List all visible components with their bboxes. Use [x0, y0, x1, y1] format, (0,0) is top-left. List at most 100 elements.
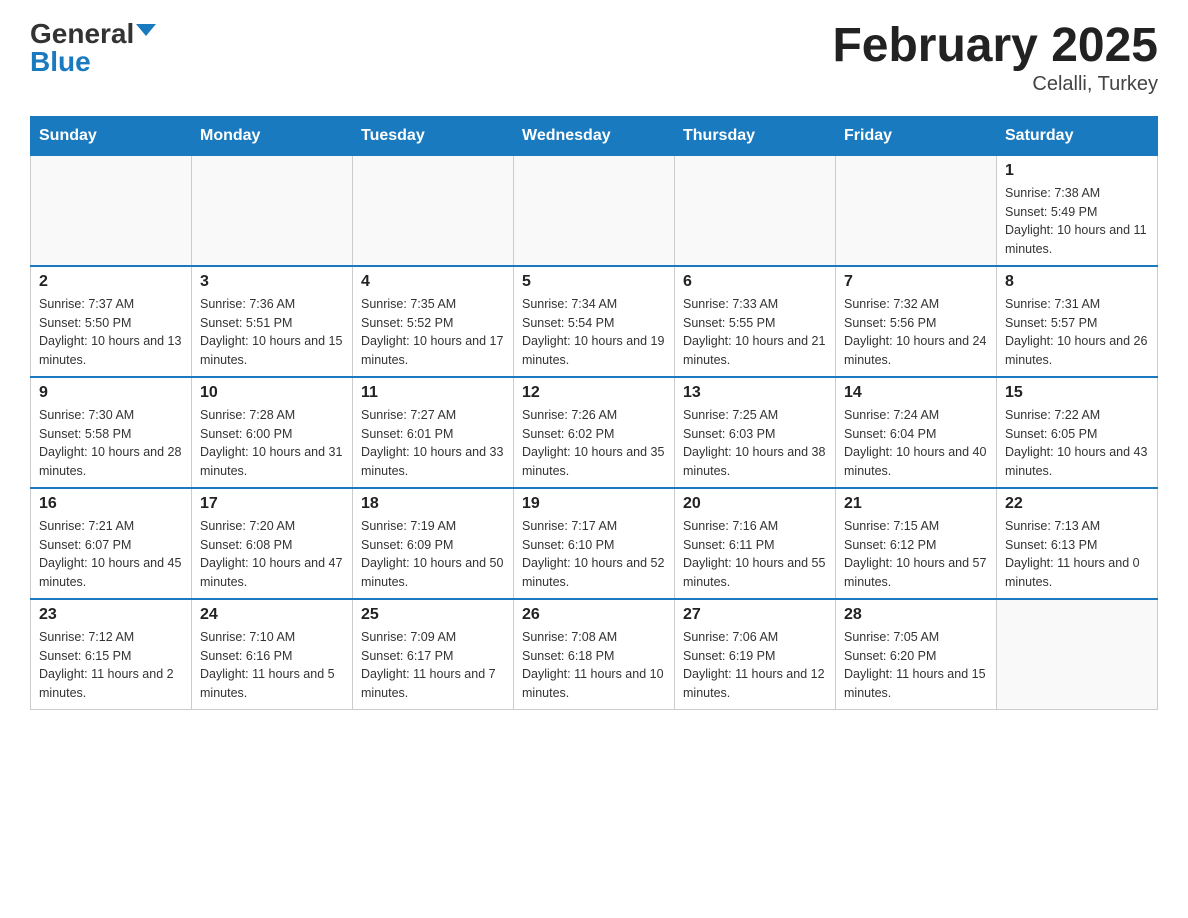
day-number: 1	[1005, 162, 1149, 180]
day-number: 21	[844, 495, 988, 513]
page-header: General Blue February 2025 Celalli, Turk…	[30, 20, 1158, 96]
day-number: 22	[1005, 495, 1149, 513]
day-info: Sunrise: 7:22 AMSunset: 6:05 PMDaylight:…	[1005, 406, 1149, 481]
calendar-header-row: Sunday Monday Tuesday Wednesday Thursday…	[31, 116, 1158, 155]
col-sunday: Sunday	[31, 116, 192, 155]
day-number: 18	[361, 495, 505, 513]
calendar-day-cell	[192, 155, 353, 266]
calendar-day-cell: 8Sunrise: 7:31 AMSunset: 5:57 PMDaylight…	[997, 266, 1158, 377]
calendar-day-cell	[31, 155, 192, 266]
day-number: 14	[844, 384, 988, 402]
calendar-day-cell: 18 Sunrise: 7:19 AMSunset: 6:09 PMDayligh…	[353, 488, 514, 599]
day-info: Sunrise: 7:21 AMSunset: 6:07 PMDaylight:…	[39, 517, 183, 592]
day-number: 20	[683, 495, 827, 513]
calendar-day-cell: 9 Sunrise: 7:30 AMSunset: 5:58 PMDaylight…	[31, 377, 192, 488]
day-number: 25	[361, 606, 505, 624]
calendar-day-cell: 17 Sunrise: 7:20 AMSunset: 6:08 PMDayligh…	[192, 488, 353, 599]
calendar-day-cell: 21Sunrise: 7:15 AMSunset: 6:12 PMDayligh…	[836, 488, 997, 599]
calendar-day-cell: 16 Sunrise: 7:21 AMSunset: 6:07 PMDayligh…	[31, 488, 192, 599]
calendar-day-cell: 10Sunrise: 7:28 AMSunset: 6:00 PMDayligh…	[192, 377, 353, 488]
calendar-table: Sunday Monday Tuesday Wednesday Thursday…	[30, 116, 1158, 710]
col-saturday: Saturday	[997, 116, 1158, 155]
day-info: Sunrise: 7:38 AMSunset: 5:49 PMDaylight:…	[1005, 184, 1149, 259]
logo-blue-text: Blue	[30, 48, 91, 76]
logo-arrow-icon	[136, 24, 156, 36]
day-info: Sunrise: 7:33 AMSunset: 5:55 PMDaylight:…	[683, 295, 827, 370]
title-block: February 2025 Celalli, Turkey	[832, 20, 1158, 96]
calendar-day-cell	[836, 155, 997, 266]
day-info: Sunrise: 7:30 AMSunset: 5:58 PMDaylight:…	[39, 406, 183, 481]
calendar-day-cell	[675, 155, 836, 266]
calendar-day-cell: 27 Sunrise: 7:06 AMSunset: 6:19 PMDayligh…	[675, 599, 836, 710]
calendar-day-cell: 24 Sunrise: 7:10 AMSunset: 6:16 PMDayligh…	[192, 599, 353, 710]
day-number: 26	[522, 606, 666, 624]
col-friday: Friday	[836, 116, 997, 155]
calendar-week-row: 1 Sunrise: 7:38 AMSunset: 5:49 PMDaylight…	[31, 155, 1158, 266]
day-info: Sunrise: 7:32 AMSunset: 5:56 PMDaylight:…	[844, 295, 988, 370]
day-number: 17	[200, 495, 344, 513]
calendar-day-cell: 12 Sunrise: 7:26 AMSunset: 6:02 PMDayligh…	[514, 377, 675, 488]
calendar-day-cell: 15 Sunrise: 7:22 AMSunset: 6:05 PMDayligh…	[997, 377, 1158, 488]
col-monday: Monday	[192, 116, 353, 155]
day-number: 2	[39, 273, 183, 291]
day-info: Sunrise: 7:08 AMSunset: 6:18 PMDaylight:…	[522, 628, 666, 703]
day-info: Sunrise: 7:16 AMSunset: 6:11 PMDaylight:…	[683, 517, 827, 592]
logo-general-text: General	[30, 20, 134, 48]
calendar-title: February 2025	[832, 20, 1158, 73]
day-number: 23	[39, 606, 183, 624]
day-info: Sunrise: 7:26 AMSunset: 6:02 PMDaylight:…	[522, 406, 666, 481]
calendar-week-row: 2 Sunrise: 7:37 AMSunset: 5:50 PMDaylight…	[31, 266, 1158, 377]
calendar-day-cell: 20 Sunrise: 7:16 AMSunset: 6:11 PMDayligh…	[675, 488, 836, 599]
calendar-day-cell	[997, 599, 1158, 710]
day-info: Sunrise: 7:20 AMSunset: 6:08 PMDaylight:…	[200, 517, 344, 592]
day-info: Sunrise: 7:36 AMSunset: 5:51 PMDaylight:…	[200, 295, 344, 370]
day-number: 10	[200, 384, 344, 402]
day-number: 24	[200, 606, 344, 624]
calendar-day-cell: 14Sunrise: 7:24 AMSunset: 6:04 PMDayligh…	[836, 377, 997, 488]
calendar-day-cell: 28 Sunrise: 7:05 AMSunset: 6:20 PMDayligh…	[836, 599, 997, 710]
calendar-day-cell: 6Sunrise: 7:33 AMSunset: 5:55 PMDaylight…	[675, 266, 836, 377]
day-number: 11	[361, 384, 505, 402]
day-info: Sunrise: 7:37 AMSunset: 5:50 PMDaylight:…	[39, 295, 183, 370]
day-info: Sunrise: 7:12 AMSunset: 6:15 PMDaylight:…	[39, 628, 183, 703]
col-wednesday: Wednesday	[514, 116, 675, 155]
day-info: Sunrise: 7:35 AMSunset: 5:52 PMDaylight:…	[361, 295, 505, 370]
logo: General Blue	[30, 20, 156, 76]
day-number: 3	[200, 273, 344, 291]
day-info: Sunrise: 7:06 AMSunset: 6:19 PMDaylight:…	[683, 628, 827, 703]
calendar-week-row: 9 Sunrise: 7:30 AMSunset: 5:58 PMDaylight…	[31, 377, 1158, 488]
day-number: 7	[844, 273, 988, 291]
day-number: 15	[1005, 384, 1149, 402]
day-number: 4	[361, 273, 505, 291]
calendar-day-cell: 11 Sunrise: 7:27 AMSunset: 6:01 PMDayligh…	[353, 377, 514, 488]
calendar-day-cell: 22Sunrise: 7:13 AMSunset: 6:13 PMDayligh…	[997, 488, 1158, 599]
calendar-day-cell: 4 Sunrise: 7:35 AMSunset: 5:52 PMDaylight…	[353, 266, 514, 377]
day-info: Sunrise: 7:05 AMSunset: 6:20 PMDaylight:…	[844, 628, 988, 703]
day-number: 12	[522, 384, 666, 402]
day-info: Sunrise: 7:09 AMSunset: 6:17 PMDaylight:…	[361, 628, 505, 703]
calendar-day-cell: 3 Sunrise: 7:36 AMSunset: 5:51 PMDaylight…	[192, 266, 353, 377]
calendar-week-row: 16 Sunrise: 7:21 AMSunset: 6:07 PMDayligh…	[31, 488, 1158, 599]
calendar-day-cell: 7 Sunrise: 7:32 AMSunset: 5:56 PMDaylight…	[836, 266, 997, 377]
day-number: 9	[39, 384, 183, 402]
calendar-day-cell: 23 Sunrise: 7:12 AMSunset: 6:15 PMDayligh…	[31, 599, 192, 710]
day-info: Sunrise: 7:34 AMSunset: 5:54 PMDaylight:…	[522, 295, 666, 370]
day-info: Sunrise: 7:17 AMSunset: 6:10 PMDaylight:…	[522, 517, 666, 592]
calendar-day-cell	[514, 155, 675, 266]
calendar-day-cell: 26 Sunrise: 7:08 AMSunset: 6:18 PMDayligh…	[514, 599, 675, 710]
calendar-day-cell: 25 Sunrise: 7:09 AMSunset: 6:17 PMDayligh…	[353, 599, 514, 710]
day-number: 13	[683, 384, 827, 402]
day-info: Sunrise: 7:27 AMSunset: 6:01 PMDaylight:…	[361, 406, 505, 481]
day-number: 28	[844, 606, 988, 624]
calendar-day-cell: 19 Sunrise: 7:17 AMSunset: 6:10 PMDayligh…	[514, 488, 675, 599]
day-number: 19	[522, 495, 666, 513]
calendar-day-cell: 13 Sunrise: 7:25 AMSunset: 6:03 PMDayligh…	[675, 377, 836, 488]
day-number: 16	[39, 495, 183, 513]
calendar-day-cell	[353, 155, 514, 266]
col-tuesday: Tuesday	[353, 116, 514, 155]
calendar-location: Celalli, Turkey	[832, 73, 1158, 96]
day-info: Sunrise: 7:10 AMSunset: 6:16 PMDaylight:…	[200, 628, 344, 703]
day-number: 27	[683, 606, 827, 624]
day-info: Sunrise: 7:25 AMSunset: 6:03 PMDaylight:…	[683, 406, 827, 481]
day-info: Sunrise: 7:19 AMSunset: 6:09 PMDaylight:…	[361, 517, 505, 592]
